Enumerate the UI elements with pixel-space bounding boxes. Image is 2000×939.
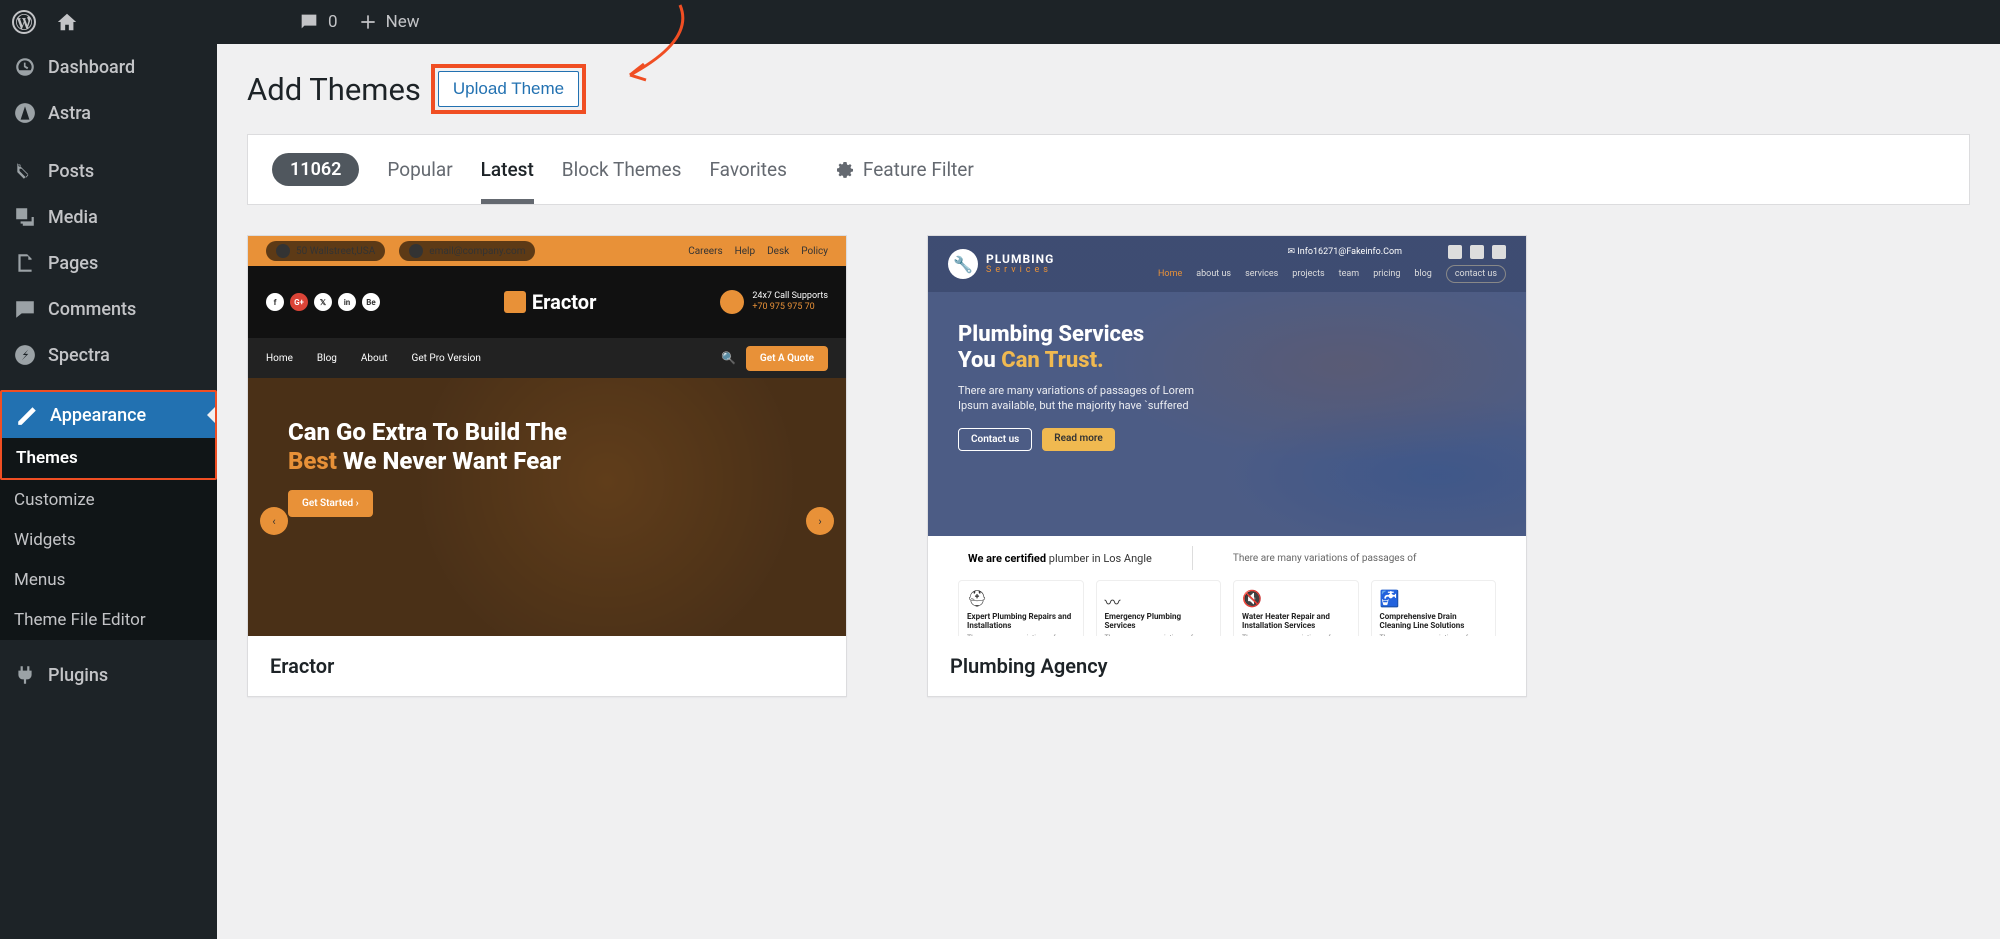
preview-hero: Plumbing Services You Can Trust. There a… <box>928 292 1526 536</box>
posts-icon <box>14 160 36 182</box>
sidebar-item-pages[interactable]: Pages <box>0 240 217 286</box>
theme-grid: 50 Wallstreet,USA email@company.com Care… <box>247 235 1970 697</box>
theme-card-eractor[interactable]: 50 Wallstreet,USA email@company.com Care… <box>247 235 847 697</box>
facebook-icon: f <box>266 293 284 311</box>
theme-count-badge: 11062 <box>272 153 359 186</box>
dashboard-icon <box>14 56 36 78</box>
sidebar-label: Posts <box>48 161 94 182</box>
card-icon: 〰 <box>1105 589 1125 609</box>
annotation-highlight-box: Upload Theme <box>431 64 586 114</box>
email-icon <box>409 244 423 258</box>
sidebar-label: Pages <box>48 253 98 274</box>
comments-icon <box>14 298 36 320</box>
theme-name: Plumbing Agency <box>928 636 1526 696</box>
comments-count[interactable]: 0 <box>298 11 338 33</box>
readmore-button: Read more <box>1042 428 1114 451</box>
filter-bar: 11062 Popular Latest Block Themes Favori… <box>247 134 1970 205</box>
preview-topbar: 50 Wallstreet,USA email@company.com Care… <box>248 236 846 266</box>
behance-icon: Be <box>362 293 380 311</box>
sidebar-label: Plugins <box>48 665 108 686</box>
contact-button: Contact us <box>958 428 1032 451</box>
carousel-next-icon: › <box>806 507 834 535</box>
preview-logo: Eractor <box>504 290 597 314</box>
location-icon <box>276 244 290 258</box>
sidebar-submenu-appearance: Themes <box>2 438 215 478</box>
sidebar-item-plugins[interactable]: Plugins <box>0 652 217 698</box>
twitter-icon: 𝕏 <box>314 293 332 311</box>
tab-favorites[interactable]: Favorites <box>709 158 786 181</box>
plumbing-logo-icon: 🔧 <box>948 249 978 279</box>
theme-preview: 🔧 PLUMBING Services ✉ Info16271@Fakeinfo… <box>928 236 1526 636</box>
new-label: New <box>386 12 420 32</box>
page-header: Add Themes Upload Theme <box>247 64 1970 114</box>
upload-theme-button[interactable]: Upload Theme <box>438 71 579 107</box>
linkedin-icon: in <box>338 293 356 311</box>
admin-bar: 0 New <box>0 0 2000 44</box>
sidebar-sub-editor[interactable]: Theme File Editor <box>0 600 217 640</box>
tab-block-themes[interactable]: Block Themes <box>562 158 682 181</box>
sidebar-label: Media <box>48 207 98 228</box>
get-started-button: Get Started › <box>288 490 373 517</box>
page-title: Add Themes <box>247 71 421 108</box>
preview-cards: ⛑Expert Plumbing Repairs and Installatio… <box>928 580 1526 636</box>
preview-cert-bar: We are certified plumber in Los Angle Th… <box>928 536 1526 580</box>
preview-nav: f G+ 𝕏 in Be Eractor 24x7 Call Supports <box>248 266 846 338</box>
feature-filter-button[interactable]: Feature Filter <box>835 158 974 181</box>
sidebar-label: Comments <box>48 299 136 320</box>
appearance-icon <box>16 404 38 426</box>
sidebar-item-spectra[interactable]: Spectra <box>0 332 217 378</box>
sidebar-sub-customize[interactable]: Customize <box>0 480 217 520</box>
sidebar-label: Appearance <box>50 405 146 426</box>
carousel-prev-icon: ‹ <box>260 507 288 535</box>
preview-nav2: Home Blog About Get Pro Version 🔍 Get A … <box>248 338 846 378</box>
sidebar-submenu-appearance-rest: Customize Widgets Menus Theme File Edito… <box>0 480 217 640</box>
twitter-icon <box>1470 245 1484 259</box>
preview-topbar: 🔧 PLUMBING Services ✉ Info16271@Fakeinfo… <box>928 236 1526 292</box>
wordpress-logo-icon[interactable] <box>12 10 36 34</box>
theme-preview: 50 Wallstreet,USA email@company.com Care… <box>248 236 846 636</box>
new-button[interactable]: New <box>358 12 420 32</box>
plugins-icon <box>14 664 36 686</box>
sidebar-item-dashboard[interactable]: Dashboard <box>0 44 217 90</box>
sidebar-item-media[interactable]: Media <box>0 194 217 240</box>
quote-button: Get A Quote <box>746 346 828 371</box>
sidebar-label: Spectra <box>48 345 110 366</box>
search-icon: 🔍 <box>721 351 736 365</box>
sidebar-sub-menus[interactable]: Menus <box>0 560 217 600</box>
card-icon: 🚰 <box>1380 589 1400 609</box>
card-icon: 🔇 <box>1242 589 1262 609</box>
gear-icon <box>835 160 855 180</box>
comments-count-label: 0 <box>328 12 338 32</box>
astra-icon <box>14 102 36 124</box>
sidebar-sub-widgets[interactable]: Widgets <box>0 520 217 560</box>
preview-hero: Can Go Extra To Build The Best We Never … <box>248 378 846 636</box>
pages-icon <box>14 252 36 274</box>
card-icon: ⛑ <box>967 589 987 609</box>
spectra-icon <box>14 344 36 366</box>
tab-latest[interactable]: Latest <box>481 158 534 204</box>
sidebar-label: Dashboard <box>48 57 135 78</box>
telegram-icon <box>1492 245 1506 259</box>
facebook-icon <box>1448 245 1462 259</box>
home-icon[interactable] <box>56 11 78 33</box>
contact-button: contact us <box>1446 265 1506 283</box>
main-content: Add Themes Upload Theme 11062 Popular La… <box>217 44 2000 939</box>
sidebar-sub-themes[interactable]: Themes <box>2 438 215 478</box>
logo-icon <box>504 291 526 313</box>
theme-card-plumbing[interactable]: 🔧 PLUMBING Services ✉ Info16271@Fakeinfo… <box>927 235 1527 697</box>
tab-popular[interactable]: Popular <box>387 158 452 181</box>
google-icon: G+ <box>290 293 308 311</box>
sidebar-label: Astra <box>48 103 91 124</box>
phone-icon <box>720 290 744 314</box>
sidebar-item-posts[interactable]: Posts <box>0 148 217 194</box>
media-icon <box>14 206 36 228</box>
feature-filter-label: Feature Filter <box>863 158 974 181</box>
admin-sidebar: Dashboard Astra Posts Media Pages Commen… <box>0 44 217 939</box>
sidebar-item-appearance[interactable]: Appearance <box>2 392 215 438</box>
sidebar-item-comments[interactable]: Comments <box>0 286 217 332</box>
theme-name: Eractor <box>248 636 846 696</box>
sidebar-item-astra[interactable]: Astra <box>0 90 217 136</box>
